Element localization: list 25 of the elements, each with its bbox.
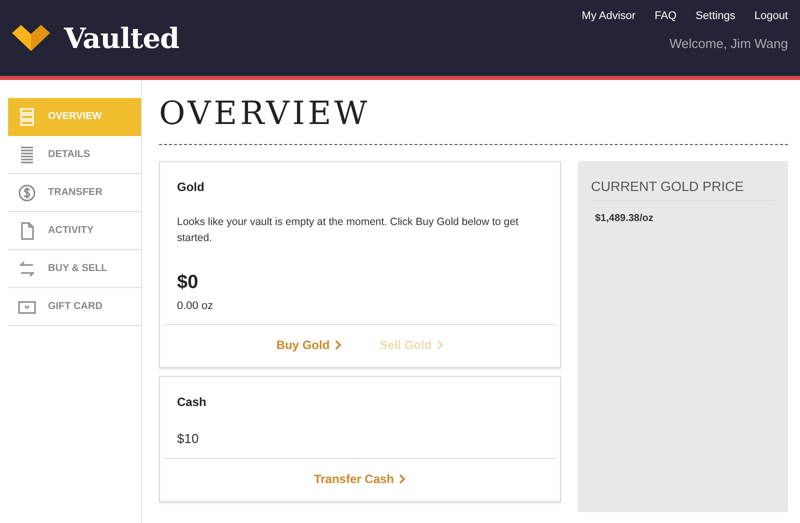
nav-link[interactable]: Settings [696,10,736,22]
cash-value: $10 [177,431,199,446]
swap-arrows-icon [18,260,36,278]
action-link[interactable]: Transfer Cash [314,472,406,486]
empty-vault-message: Looks like your vault is empty at the moment. Click Buy Gold below to get started. [177,215,520,246]
panel-title: CURRENT GOLD PRICE [591,179,775,201]
chevron-icon [334,340,342,350]
dollar-icon [18,184,36,202]
welcome-text: Welcome, Jim Wang [670,36,788,51]
nav-link[interactable]: Logout [754,10,788,22]
logo-wordmark: Vaulted [64,22,180,54]
card-title: Gold [177,180,204,194]
nav-link[interactable]: FAQ [654,10,677,22]
holdings-value: $0 [177,272,198,294]
list-icon [18,146,36,164]
price-per-ounce: $1,489.38/oz [595,213,654,224]
action-link[interactable]: Buy Gold [276,338,342,352]
card-title: Cash [177,395,206,409]
chevron-icon [436,340,444,350]
chevron-icon [399,474,406,484]
page-title: OVERVIEW [159,94,788,145]
nav-link[interactable]: My Advisor [582,10,636,22]
holdings-weight: 0.00 oz [177,300,214,312]
stack-icon [18,108,36,126]
chevron-logo-icon [12,24,50,52]
